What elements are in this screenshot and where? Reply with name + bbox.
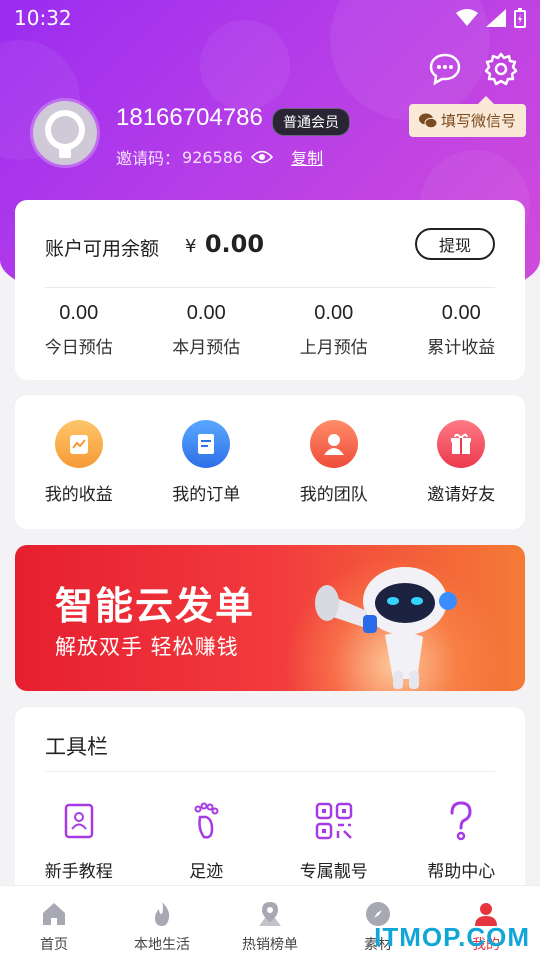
robot-mascot-icon xyxy=(315,567,457,689)
tab-label: 本地生活 xyxy=(134,937,190,953)
message-icon[interactable] xyxy=(428,52,462,86)
tab-home[interactable]: 首页 xyxy=(0,886,108,960)
stat-value: 0.00 xyxy=(59,302,99,324)
gift-icon xyxy=(437,419,486,468)
earnings-stats: 0.00 今日预估 0.00 本月预估 0.00 上月预估 0.00 累计收益 xyxy=(15,302,525,358)
menu-label: 邀请好友 xyxy=(427,484,496,505)
status-bar: 10:32 xyxy=(0,0,540,36)
tool-label: 专属靓号 xyxy=(299,862,368,882)
invite-label: 邀请码： xyxy=(116,149,181,168)
banner-subtitle: 解放双手 轻松赚钱 xyxy=(55,635,239,659)
withdraw-button[interactable]: 提现 xyxy=(415,228,495,260)
eye-icon[interactable] xyxy=(251,150,274,164)
help-icon xyxy=(450,801,472,841)
invite-code-row: 邀请码： 926586 复制 xyxy=(116,145,323,169)
balance-card: 账户可用余额 ¥ 0.00 提现 0.00 今日预估 0.00 本月预估 0.0… xyxy=(15,200,525,380)
menu-label: 我的收益 xyxy=(44,484,113,505)
flame-icon xyxy=(155,902,170,926)
tool-exclusive-number[interactable]: 专属靓号 xyxy=(270,799,398,882)
home-icon xyxy=(43,903,65,925)
tool-beginner-tutorial[interactable]: 新手教程 xyxy=(15,799,143,882)
footprint-icon xyxy=(194,802,219,839)
divider xyxy=(45,287,495,288)
stat-total[interactable]: 0.00 累计收益 xyxy=(398,302,526,358)
orders-icon xyxy=(182,419,231,468)
stat-label: 今日预估 xyxy=(44,338,113,358)
tutorial-icon xyxy=(64,803,93,839)
toolbar-title: 工具栏 xyxy=(45,735,108,759)
map-pin-icon xyxy=(259,902,281,926)
tab-hot-sales[interactable]: 热销榜单 xyxy=(216,886,324,960)
stat-label: 上月预估 xyxy=(299,338,368,358)
menu-invite-friends[interactable]: 邀请好友 xyxy=(398,419,526,505)
team-icon xyxy=(309,419,358,468)
menu-my-orders[interactable]: 我的订单 xyxy=(143,419,271,505)
balance-label: 账户可用余额 xyxy=(45,238,160,260)
avatar[interactable] xyxy=(30,98,100,168)
wechat-icon xyxy=(418,113,437,128)
stat-last-month[interactable]: 0.00 上月预估 xyxy=(270,302,398,358)
menu-label: 我的订单 xyxy=(172,484,241,505)
tab-label: 热销榜单 xyxy=(242,937,298,953)
wifi-icon xyxy=(456,9,478,26)
stat-label: 累计收益 xyxy=(427,338,496,358)
earnings-icon xyxy=(54,419,103,468)
smart-cloud-banner[interactable]: 智能云发单 解放双手 轻松赚钱 xyxy=(15,545,525,691)
divider xyxy=(45,771,495,772)
stat-today[interactable]: 0.00 今日预估 xyxy=(15,302,143,358)
menu-my-earnings[interactable]: 我的收益 xyxy=(15,419,143,505)
tab-label: 首页 xyxy=(40,937,68,953)
tool-label: 足迹 xyxy=(189,862,224,882)
settings-gear-icon[interactable] xyxy=(484,52,518,86)
tool-help-center[interactable]: 帮助中心 xyxy=(398,799,526,882)
signal-icon xyxy=(486,9,506,27)
tool-label: 帮助中心 xyxy=(427,862,496,882)
menu-my-team[interactable]: 我的团队 xyxy=(270,419,398,505)
user-phone: 18166704786 xyxy=(116,104,263,131)
qrcode-icon xyxy=(315,802,352,840)
tool-footprint[interactable]: 足迹 xyxy=(143,799,271,882)
stat-this-month[interactable]: 0.00 本月预估 xyxy=(143,302,271,358)
stat-label: 本月预估 xyxy=(172,338,241,358)
stat-value: 0.00 xyxy=(441,302,481,324)
member-level-badge: 普通会员 xyxy=(272,108,350,136)
fill-wechat-button[interactable]: 填写微信号 xyxy=(408,96,526,137)
banner-title: 智能云发单 xyxy=(55,584,256,628)
battery-icon xyxy=(514,8,526,28)
site-watermark: ITMOP.COM xyxy=(374,922,530,952)
status-time: 10:32 xyxy=(14,6,72,30)
default-avatar-icon xyxy=(33,101,97,165)
copy-invite-code-link[interactable]: 复制 xyxy=(291,145,323,169)
currency-symbol: ¥ xyxy=(185,236,197,257)
balance-value: 0.00 xyxy=(204,230,265,258)
stat-value: 0.00 xyxy=(314,302,354,324)
wechat-tag-label: 填写微信号 xyxy=(440,112,516,130)
invite-code: 926586 xyxy=(182,147,244,167)
balance-amount: ¥ 0.00 xyxy=(185,230,264,258)
quick-menu-card: 我的收益 我的订单 我的团队 邀请好友 xyxy=(15,395,525,529)
tool-label: 新手教程 xyxy=(44,862,113,882)
toolbar-card: 工具栏 新手教程 足迹 专属靓号 帮助中心 xyxy=(15,707,525,907)
menu-label: 我的团队 xyxy=(299,484,368,505)
stat-value: 0.00 xyxy=(186,302,226,324)
tab-local-life[interactable]: 本地生活 xyxy=(108,886,216,960)
